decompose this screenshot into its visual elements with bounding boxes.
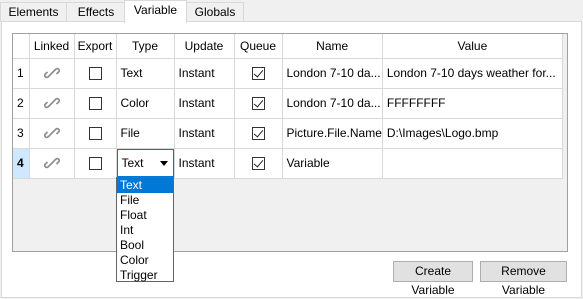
type-select[interactable]: Text [116, 149, 173, 177]
queue-checkbox[interactable] [251, 97, 265, 111]
update-cell[interactable]: Instant [174, 88, 235, 119]
dropdown-option-file[interactable]: File [117, 193, 173, 208]
tab-elements[interactable]: Elements [0, 2, 67, 22]
linked-cell[interactable] [29, 118, 75, 149]
queue-checkbox[interactable] [251, 127, 265, 141]
export-checkbox[interactable] [88, 67, 102, 81]
type-cell[interactable]: Color [116, 88, 175, 119]
tab-variable[interactable]: Variable [124, 0, 187, 23]
value-cell[interactable]: D:\Images\Logo.bmp [382, 118, 563, 149]
value-cell[interactable]: London 7-10 days weather for... [382, 58, 563, 89]
linked-cell[interactable] [29, 148, 75, 179]
tab-globals[interactable]: Globals [186, 2, 244, 22]
table-row[interactable]: 4 Text Instant Variable [13, 148, 563, 179]
dropdown-option-color[interactable]: Color [117, 253, 173, 268]
column-header-export[interactable]: Export [74, 34, 117, 59]
type-cell[interactable]: Text [116, 148, 175, 179]
export-cell[interactable] [74, 58, 117, 89]
type-select-value: Text [121, 156, 144, 170]
export-checkbox[interactable] [88, 157, 102, 171]
export-checkbox[interactable] [88, 127, 102, 141]
link-icon [43, 67, 60, 79]
remove-variable-button[interactable]: Remove Variable [480, 261, 567, 297]
queue-checkbox[interactable] [251, 157, 265, 171]
type-dropdown-list: Text File Float Int Bool Color Trigger [116, 177, 174, 282]
export-checkbox[interactable] [88, 97, 102, 111]
table-row[interactable]: 3 File Instant Picture.File.Name D:\Imag… [13, 118, 563, 149]
table-row[interactable]: 1 Text Instant London 7-10 da... London … [13, 58, 563, 89]
queue-cell[interactable] [234, 88, 283, 119]
variables-grid: Linked Export Type Update Queue Name Val… [12, 33, 568, 252]
variables-table: Linked Export Type Update Queue Name Val… [13, 34, 563, 179]
column-header-type[interactable]: Type [116, 34, 175, 59]
row-number-header [13, 34, 30, 59]
update-cell[interactable]: Instant [174, 118, 235, 149]
export-cell[interactable] [74, 88, 117, 119]
dropdown-option-int[interactable]: Int [117, 223, 173, 238]
queue-checkbox[interactable] [251, 67, 265, 81]
create-variable-button[interactable]: Create Variable [393, 261, 473, 297]
dropdown-option-float[interactable]: Float [117, 208, 173, 223]
column-header-queue[interactable]: Queue [234, 34, 283, 59]
dropdown-arrow-icon[interactable] [159, 161, 168, 166]
table-row[interactable]: 2 Color Instant London 7-10 da... FFFFFF… [13, 88, 563, 119]
link-icon [43, 97, 60, 109]
name-cell[interactable]: London 7-10 da... [282, 58, 383, 89]
queue-cell[interactable] [234, 148, 283, 179]
dropdown-option-text[interactable]: Text [117, 178, 173, 193]
tab-bar: Elements Effects Variable Globals [0, 0, 583, 23]
column-header-value[interactable]: Value [382, 34, 563, 59]
link-icon [43, 157, 60, 169]
type-cell[interactable]: Text [116, 58, 175, 89]
export-cell[interactable] [74, 148, 117, 179]
name-cell[interactable]: Variable [282, 148, 383, 179]
value-cell[interactable]: FFFFFFFF [382, 88, 563, 119]
dropdown-option-trigger[interactable]: Trigger [117, 268, 173, 283]
linked-cell[interactable] [29, 88, 75, 119]
row-number: 1 [13, 58, 30, 89]
update-cell[interactable]: Instant [174, 148, 235, 179]
link-icon [43, 127, 60, 139]
linked-cell[interactable] [29, 58, 75, 89]
tab-effects[interactable]: Effects [66, 2, 126, 22]
queue-cell[interactable] [234, 118, 283, 149]
type-cell[interactable]: File [116, 118, 175, 149]
dropdown-option-bool[interactable]: Bool [117, 238, 173, 253]
column-header-update[interactable]: Update [174, 34, 235, 59]
row-number: 4 [13, 148, 30, 179]
column-header-name[interactable]: Name [282, 34, 383, 59]
export-cell[interactable] [74, 118, 117, 149]
name-cell[interactable]: Picture.File.Name [282, 118, 383, 149]
row-number: 3 [13, 118, 30, 149]
column-header-linked[interactable]: Linked [29, 34, 75, 59]
name-cell[interactable]: London 7-10 da... [282, 88, 383, 119]
table-header-row: Linked Export Type Update Queue Name Val… [13, 34, 563, 59]
row-number: 2 [13, 88, 30, 119]
value-cell[interactable] [382, 148, 563, 179]
update-cell[interactable]: Instant [174, 58, 235, 89]
queue-cell[interactable] [234, 58, 283, 89]
